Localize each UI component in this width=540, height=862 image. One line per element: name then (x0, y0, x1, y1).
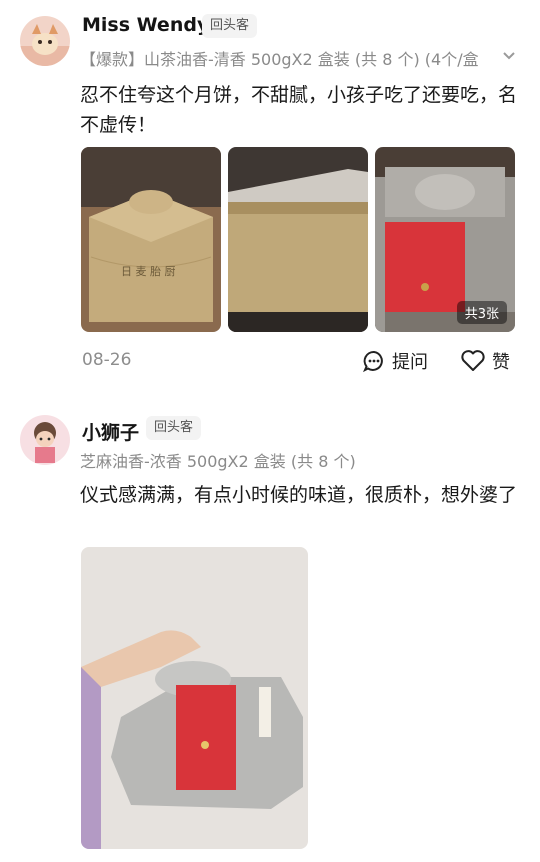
ask-label: 提问 (392, 352, 428, 373)
avatar[interactable] (20, 415, 70, 465)
avatar[interactable] (20, 16, 70, 66)
review-photo[interactable] (228, 147, 368, 332)
review-date: 08-26 (82, 350, 132, 370)
sku-spec: 芝麻油香-浓香 500gX2 盒装 (共 8 个) (80, 452, 356, 471)
returning-customer-badge: 回头客 (146, 416, 202, 440)
review-text: 仪式感满满，有点小时候的味道，很质朴，想外婆了 (80, 484, 518, 506)
svg-text:日 麦 胎 厨: 日 麦 胎 厨 (121, 264, 176, 278)
photo-count-tag: 共3张 (456, 301, 507, 324)
review-item: Miss Wendy 回头客 【爆款】山茶油香-清香 500gX2 盒装 (共 … (0, 0, 540, 390)
review-item: 小狮子 回头客 芝麻油香-浓香 500gX2 盒装 (共 8 个) 仪式感满满，… (0, 390, 540, 862)
question-bubble-icon (362, 349, 386, 373)
username[interactable]: 小狮子 (82, 418, 139, 445)
review-photo[interactable] (81, 547, 308, 849)
heart-outline-icon (460, 349, 486, 373)
review-text: 忍不住夸这个月饼，不甜腻，小孩子吃了还要吃，名不虚传！ (80, 84, 518, 136)
review-photo[interactable]: 日 麦 胎 厨 (81, 147, 221, 332)
username[interactable]: Miss Wendy (82, 14, 209, 36)
like-label: 赞 (492, 352, 510, 373)
sku-chevron-icon[interactable] (502, 45, 516, 71)
returning-customer-badge: 回头客 (202, 14, 258, 38)
review-photo[interactable]: 共3张 (375, 147, 515, 332)
sku-spec: 【爆款】山茶油香-清香 500gX2 盒装 (共 8 个) (4个/盒 (80, 50, 479, 69)
ask-question-button[interactable]: 提问 (362, 348, 428, 374)
like-button[interactable]: 赞 (460, 348, 510, 374)
